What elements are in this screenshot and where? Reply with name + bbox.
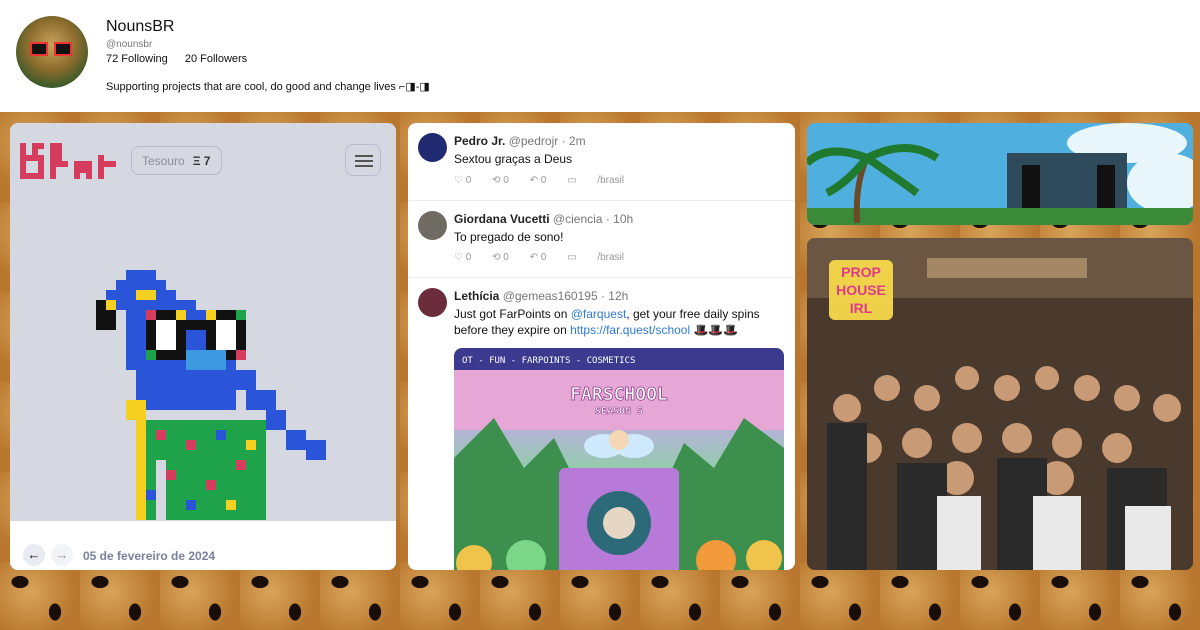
noun-parrot-artwork bbox=[96, 270, 326, 520]
farschool-title: FARSCHOOL bbox=[570, 384, 668, 405]
post-text: To pregado de sono! bbox=[454, 230, 564, 244]
reply-button[interactable]: ↶ 0 bbox=[530, 252, 547, 263]
auction-date: 05 de fevereiro de 2024 bbox=[83, 549, 216, 563]
top-right-image[interactable] bbox=[807, 123, 1193, 225]
comment-icon[interactable]: ▭ bbox=[567, 252, 576, 263]
recast-button[interactable]: ⟲ 0 bbox=[492, 175, 509, 186]
hamburger-menu-button[interactable] bbox=[345, 144, 381, 176]
farschool-image[interactable]: OT - FUN - FARPOINTS - COSMETICS FARSCHO… bbox=[454, 348, 784, 570]
treasury-label: Tesouro bbox=[142, 154, 185, 168]
recast-button[interactable]: ⟲ 0 bbox=[492, 252, 509, 263]
author-name[interactable]: Lethícia bbox=[454, 289, 499, 303]
prop-house-sign-line2: HOUSE bbox=[836, 282, 886, 298]
group-photo[interactable]: PROP HOUSE IRL bbox=[807, 238, 1193, 570]
author-avatar[interactable] bbox=[418, 211, 447, 240]
comment-icon[interactable]: ▭ bbox=[567, 175, 576, 186]
tropical-illustration bbox=[807, 123, 1193, 225]
previous-arrow-icon[interactable]: ← bbox=[23, 544, 45, 566]
group-photo-illustration: PROP HOUSE IRL bbox=[807, 238, 1193, 570]
like-button[interactable]: ♡ 0 bbox=[454, 175, 471, 186]
post-actions: ♡ 0 ⟲ 0 ↶ 0 ▭ /brasil bbox=[454, 175, 642, 186]
author-handle: @ciencia bbox=[552, 212, 603, 226]
post-time: · 2m bbox=[561, 134, 586, 148]
farschool-subtitle: SEASON 5 bbox=[595, 406, 643, 417]
follow-stats: 72 Following 20 Followers bbox=[106, 53, 261, 65]
profile-name: NounsBR bbox=[106, 18, 175, 35]
url-link[interactable]: https://far.quest/school bbox=[570, 323, 690, 337]
profile-handle: @nounsbr bbox=[106, 39, 153, 50]
noun-artwork-area: Tesouro Ξ 7 bbox=[10, 123, 396, 521]
like-button[interactable]: ♡ 0 bbox=[454, 252, 471, 263]
reply-button[interactable]: ↶ 0 bbox=[530, 175, 547, 186]
farschool-illustration: OT - FUN - FARPOINTS - COSMETICS FARSCHO… bbox=[454, 348, 784, 570]
profile-bio: Supporting projects that are cool, do go… bbox=[106, 81, 430, 93]
post-text: Just got FarPoints on @farquest, get you… bbox=[454, 307, 760, 337]
followers-link[interactable]: 20 Followers bbox=[185, 53, 247, 65]
post-time: · 10h bbox=[605, 212, 634, 226]
channel-link[interactable]: /brasil bbox=[597, 252, 624, 263]
mention-link[interactable]: @farquest bbox=[571, 307, 627, 321]
author-handle: @pedrojr bbox=[508, 134, 559, 148]
treasury-button[interactable]: Tesouro Ξ 7 bbox=[131, 146, 222, 175]
next-arrow-icon[interactable]: → bbox=[51, 544, 73, 566]
farschool-banner: OT - FUN - FARPOINTS - COSMETICS bbox=[462, 356, 635, 366]
post-meta: Giordana Vucetti @ciencia · 10h bbox=[454, 212, 633, 226]
treasury-value: Ξ 7 bbox=[192, 154, 211, 168]
post-meta: Lethícia @gemeas160195 · 12h bbox=[454, 289, 628, 303]
nouns-br-logo bbox=[20, 143, 116, 179]
author-avatar[interactable] bbox=[418, 133, 447, 162]
prop-house-sign-line3: IRL bbox=[850, 300, 873, 316]
auction-footer: ← → 05 de fevereiro de 2024 bbox=[10, 521, 396, 570]
profile-avatar[interactable] bbox=[16, 16, 88, 88]
cast-feed: Pedro Jr. @pedrojr · 2m Sextou graças a … bbox=[408, 123, 795, 570]
author-handle: @gemeas160195 bbox=[502, 289, 598, 303]
post-actions: ♡ 0 ⟲ 0 ↶ 0 ▭ /brasil bbox=[454, 252, 642, 263]
post-time: · 12h bbox=[600, 289, 629, 303]
post-text: Sextou graças a Deus bbox=[454, 152, 573, 166]
feed-post[interactable]: Pedro Jr. @pedrojr · 2m Sextou graças a … bbox=[408, 123, 795, 201]
nouns-auction-panel: Tesouro Ξ 7 ← → 05 de fevereiro de 2024 bbox=[10, 123, 396, 570]
profile-header: NounsBR @nounsbr 72 Following 20 Followe… bbox=[0, 0, 1200, 112]
post-meta: Pedro Jr. @pedrojr · 2m bbox=[454, 134, 586, 148]
author-avatar[interactable] bbox=[418, 288, 447, 317]
noggles-icon bbox=[30, 42, 74, 56]
feed-post[interactable]: Giordana Vucetti @ciencia · 10h To prega… bbox=[408, 201, 795, 278]
following-link[interactable]: 72 Following bbox=[106, 53, 168, 65]
channel-link[interactable]: /brasil bbox=[597, 175, 624, 186]
prop-house-sign-line1: PROP bbox=[841, 264, 881, 280]
author-name[interactable]: Giordana Vucetti bbox=[454, 212, 550, 226]
author-name[interactable]: Pedro Jr. bbox=[454, 134, 505, 148]
